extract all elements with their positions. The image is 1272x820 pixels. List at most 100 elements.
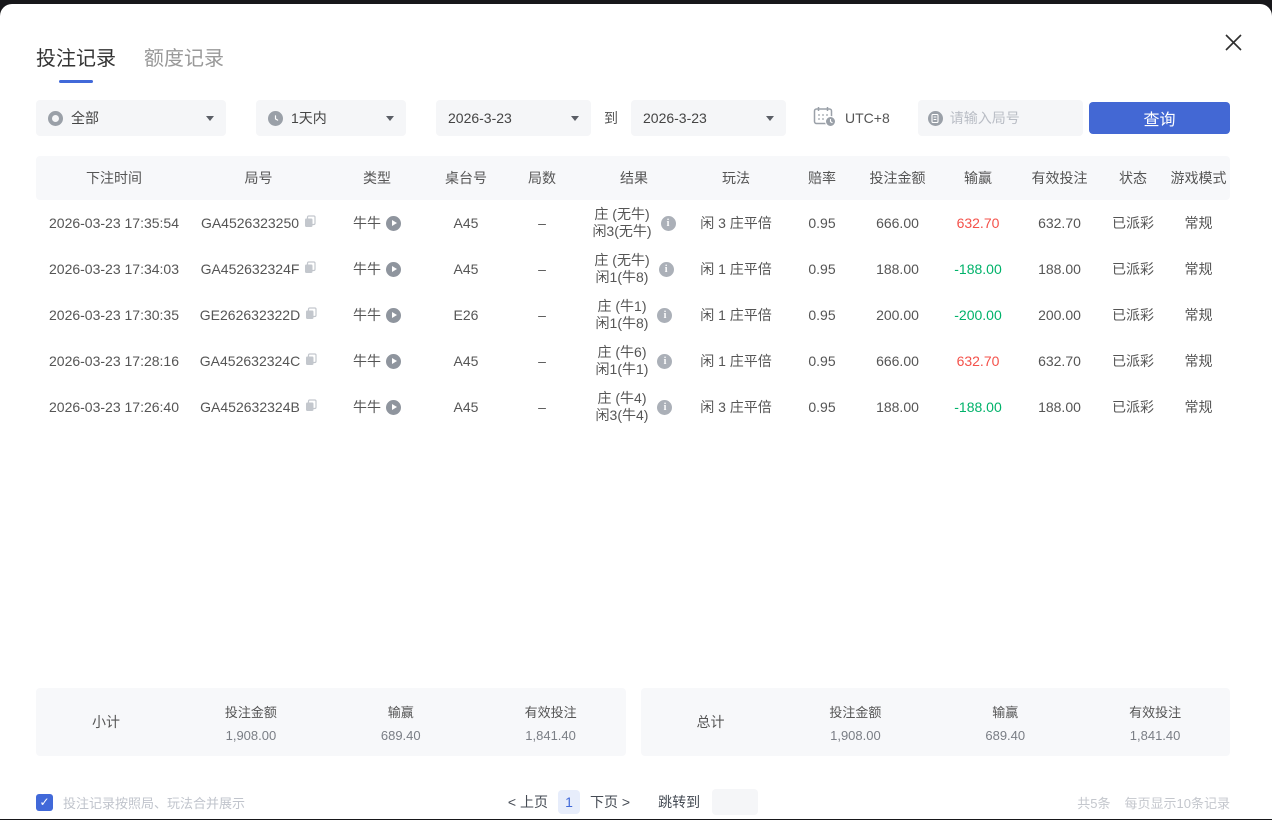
copy-icon[interactable] bbox=[305, 307, 317, 323]
odds-cell: 0.95 bbox=[808, 307, 836, 323]
play-cell: 闲 3 庄平倍 bbox=[700, 215, 772, 231]
play-video-icon[interactable] bbox=[386, 307, 401, 323]
type-cell: 牛牛 bbox=[325, 200, 429, 246]
play-video-icon[interactable] bbox=[386, 215, 401, 231]
info-icon[interactable]: i bbox=[657, 399, 673, 415]
valid-bet-cell: 200.00 bbox=[1038, 307, 1081, 323]
status-cell: 已派彩 bbox=[1112, 215, 1154, 231]
info-icon[interactable]: i bbox=[657, 353, 673, 369]
col-result: 结果 bbox=[581, 156, 687, 200]
chevron-down-icon bbox=[206, 115, 214, 121]
subtotal-bet-label: 投注金额 bbox=[224, 704, 277, 720]
subtotal-bet: 投注金额 1,908.00 bbox=[176, 702, 326, 743]
total-label: 总计 bbox=[696, 714, 725, 730]
close-button[interactable] bbox=[1220, 32, 1246, 58]
copy-icon[interactable] bbox=[305, 399, 317, 415]
total-bet-label: 投注金额 bbox=[829, 704, 882, 720]
jump-page-input[interactable] bbox=[712, 789, 759, 815]
play-cell: 闲 3 庄平倍 bbox=[700, 399, 772, 415]
clock-icon bbox=[268, 110, 283, 126]
bet-time-cell: 2026-03-23 17:26:40 bbox=[49, 399, 179, 415]
bet-amount-cell: 666.00 bbox=[876, 353, 919, 369]
all-filter-icon bbox=[48, 110, 63, 126]
bet-amount-cell: 188.00 bbox=[876, 399, 919, 415]
result-line1: 庄 (牛6) bbox=[597, 344, 647, 360]
rounds-cell: – bbox=[538, 215, 546, 231]
date-range-select[interactable]: 1天内 bbox=[256, 100, 406, 136]
game-mode-cell: 常规 bbox=[1184, 215, 1213, 231]
prev-page-button[interactable]: < 上页 bbox=[508, 792, 548, 812]
result-line2: 闲3(无牛) bbox=[592, 223, 652, 239]
result-line1: 庄 (牛4) bbox=[597, 390, 647, 406]
game-mode-cell: 常规 bbox=[1184, 261, 1213, 277]
copy-icon[interactable] bbox=[304, 215, 316, 231]
round-id-cell: GA452632324B bbox=[192, 384, 325, 430]
type-cell: 牛牛 bbox=[325, 246, 429, 292]
result-cell: 庄 (牛4) 闲3(牛4) i bbox=[581, 384, 687, 430]
page-number[interactable]: 1 bbox=[558, 790, 580, 814]
footer-bar: ✓ 投注记录按照局、玩法合并展示 < 上页 1 下页 > 跳转到 共5条 每页显… bbox=[36, 784, 1230, 820]
bet-records-modal: 投注记录 额度记录 全部 1天内 2026-3-23 到 2026-3-23 U… bbox=[0, 4, 1272, 819]
result-cell: 庄 (无牛) 闲1(牛8) i bbox=[581, 246, 687, 292]
type-value: 牛牛 bbox=[353, 307, 381, 323]
bet-amount-cell: 188.00 bbox=[876, 261, 919, 277]
calendar-clock-icon bbox=[813, 106, 836, 130]
result-cell: 庄 (牛1) 闲1(牛8) i bbox=[581, 292, 687, 338]
query-button[interactable]: 查询 bbox=[1089, 102, 1230, 134]
odds-cell: 0.95 bbox=[808, 353, 836, 369]
result-line2: 闲1(牛8) bbox=[595, 269, 649, 285]
tab-quota-records[interactable]: 额度记录 bbox=[144, 42, 224, 83]
subtotal-winloss-value: 689.40 bbox=[380, 727, 421, 743]
merge-checkbox[interactable]: ✓ bbox=[36, 793, 53, 811]
table-row: 2026-03-23 17:34:03 GA452632324F 牛牛 A45 … bbox=[36, 246, 1230, 292]
filter-bar: 全部 1天内 2026-3-23 到 2026-3-23 UTC+8 请输入局号… bbox=[36, 100, 1230, 136]
date-from-select[interactable]: 2026-3-23 bbox=[436, 100, 591, 136]
col-play: 玩法 bbox=[687, 156, 785, 200]
play-video-icon[interactable] bbox=[386, 261, 401, 277]
copy-icon[interactable] bbox=[304, 261, 317, 277]
play-video-icon[interactable] bbox=[386, 353, 401, 369]
winloss-value: 632.70 bbox=[956, 353, 1000, 369]
status-cell: 已派彩 bbox=[1112, 261, 1154, 277]
subtotal-valid-value: 1,841.40 bbox=[525, 727, 576, 743]
tab-bet-records[interactable]: 投注记录 bbox=[36, 42, 116, 83]
game-type-select[interactable]: 全部 bbox=[36, 100, 226, 136]
info-icon[interactable]: i bbox=[660, 215, 676, 231]
info-icon[interactable]: i bbox=[658, 261, 674, 277]
table-body: 2026-03-23 17:35:54 GA4526323250 牛牛 A45 … bbox=[36, 200, 1230, 430]
total-count: 共5条 bbox=[1077, 795, 1111, 811]
round-search-input[interactable] bbox=[949, 110, 1060, 126]
copy-icon[interactable] bbox=[305, 353, 317, 369]
timezone-group[interactable]: UTC+8 bbox=[813, 106, 890, 130]
to-label: 到 bbox=[604, 110, 618, 126]
round-id-value: GA452632324F bbox=[200, 261, 300, 277]
date-to-value: 2026-3-23 bbox=[643, 110, 707, 126]
subtotal-label: 小计 bbox=[92, 714, 120, 730]
result-cell: 庄 (牛6) 闲1(牛1) i bbox=[581, 338, 687, 384]
bet-time-cell: 2026-03-23 17:35:54 bbox=[49, 215, 179, 231]
round-id-cell: GA452632324C bbox=[192, 338, 325, 384]
next-page-button[interactable]: 下页 > bbox=[590, 792, 630, 812]
record-count-info: 共5条 每页显示10条记录 bbox=[1077, 793, 1230, 812]
col-type: 类型 bbox=[325, 156, 429, 200]
table-no-cell: A45 bbox=[453, 353, 479, 369]
winloss-cell: -188.00 bbox=[936, 384, 1020, 430]
info-icon[interactable]: i bbox=[657, 307, 673, 323]
play-video-icon[interactable] bbox=[386, 399, 401, 415]
valid-bet-cell: 188.00 bbox=[1038, 399, 1081, 415]
winloss-cell: -200.00 bbox=[936, 292, 1020, 338]
status-cell: 已派彩 bbox=[1112, 307, 1154, 323]
subtotal-valid: 有效投注 1,841.40 bbox=[476, 702, 626, 743]
subtotal-bet-value: 1,908.00 bbox=[225, 727, 277, 743]
total-box: 总计 投注金额 1,908.00 输赢 689.40 有效投注 1,841.40 bbox=[640, 688, 1230, 756]
result-line2: 闲1(牛8) bbox=[595, 315, 649, 331]
round-id-value: GA4526323250 bbox=[200, 215, 300, 231]
result-line2: 闲1(牛1) bbox=[595, 361, 649, 377]
col-rounds: 局数 bbox=[503, 156, 581, 200]
winloss-value: 632.70 bbox=[956, 215, 1000, 231]
status-cell: 已派彩 bbox=[1112, 399, 1154, 415]
type-value: 牛牛 bbox=[353, 215, 381, 231]
round-search-box bbox=[917, 100, 1083, 136]
date-to-select[interactable]: 2026-3-23 bbox=[631, 100, 786, 136]
round-id-cell: GA452632324F bbox=[192, 246, 325, 292]
